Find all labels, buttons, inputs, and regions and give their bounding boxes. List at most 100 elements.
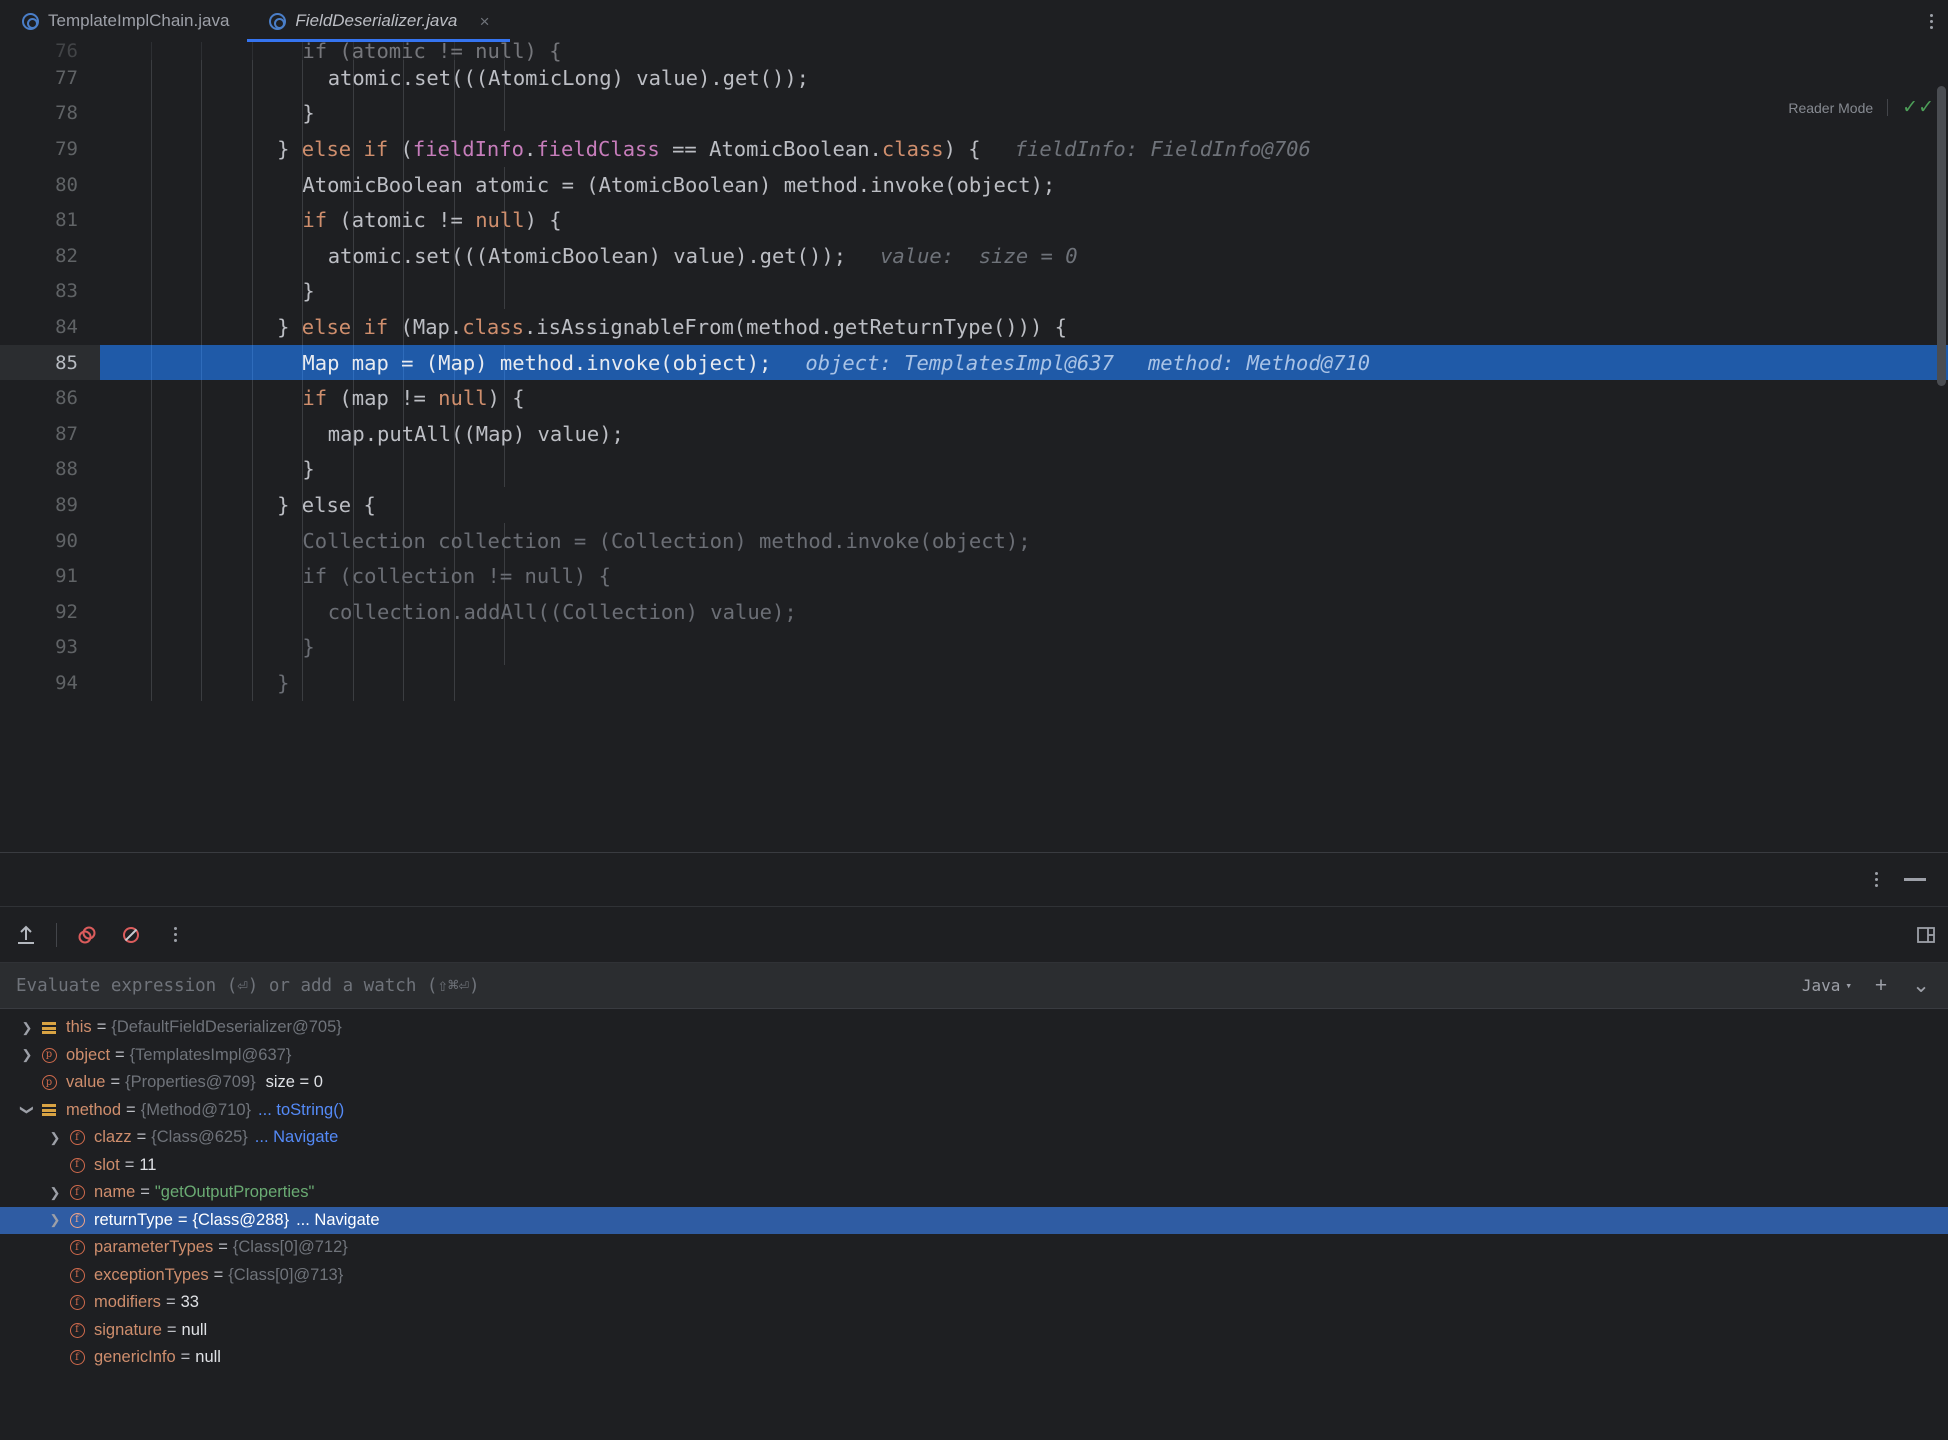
code-line-content[interactable]: AtomicBoolean atomic = (AtomicBoolean) m… [100,166,1948,203]
variable-action-link[interactable]: ... Navigate [255,1128,338,1147]
code-line-content[interactable]: Map map = (Map) method.invoke(object); ob… [100,344,1948,381]
code-lines[interactable]: 76 if (atomic != null) {77 atomic.set(((At… [0,42,1948,852]
tab-templateimplchain[interactable]: TemplateImplChain.java [0,0,247,42]
code-line[interactable]: 88} [0,451,1948,488]
code-line[interactable]: 79} else if (fieldInfo.fieldClass == Ato… [0,131,1948,167]
variable-row-selected[interactable]: ❯ f returnType = {Class@288} ... Navigate [0,1206,1948,1234]
chevron-right-icon[interactable]: ❯ [16,1020,38,1036]
variable-row[interactable]: f signature = null [0,1317,1948,1345]
expand-watches-icon[interactable]: ⌄ [1910,973,1932,998]
variable-value: "getOutputProperties" [154,1183,315,1202]
variable-row[interactable]: ❯ f clazz = {Class@625} ... Navigate [0,1124,1948,1152]
chevron-right-icon[interactable]: ❯ [16,1047,38,1063]
frame-icon-icon [38,1021,60,1035]
chevron-right-icon[interactable]: ❯ [44,1130,66,1146]
code-line[interactable]: 89} else { [0,487,1948,523]
code-line-content[interactable]: map.putAll((Map) value); [100,415,1948,452]
evaluate-expression-bar[interactable]: Evaluate expression (⏎) or add a watch (… [0,963,1948,1009]
mute-breakpoints-icon[interactable] [109,913,153,957]
inline-debug-hint[interactable]: value: size = 0 [880,244,1077,268]
code-line[interactable]: 83} [0,273,1948,310]
variables-tree[interactable]: ❯ this = {DefaultFieldDeserializer@705} ❯ p ob… [0,1009,1948,1440]
variable-row[interactable]: f genericInfo = null [0,1344,1948,1372]
code-line[interactable]: 76 if (atomic != null) { [0,42,1948,63]
reader-mode-indicator[interactable]: Reader Mode ✓✓ [1788,98,1934,117]
code-editor[interactable]: Reader Mode ✓✓ 76 if (atomic != null) {77… [0,42,1948,852]
code-line[interactable]: 87 map.putAll((Map) value); [0,415,1948,452]
variable-row[interactable]: f slot = 11 [0,1152,1948,1180]
step-out-icon[interactable] [4,913,48,957]
variable-row[interactable]: f parameterTypes = {Class[0]@712} [0,1234,1948,1262]
chevron-right-icon[interactable]: ❯ [44,1212,66,1228]
code-line-content[interactable]: if (atomic != null) { [100,42,1948,63]
variable-row[interactable]: ❯ f name = "getOutputProperties" [0,1179,1948,1207]
line-number: 84 [0,309,100,345]
code-line[interactable]: 85 Map map = (Map) method.invoke(object);… [0,344,1948,381]
code-line[interactable]: 77 atomic.set(((AtomicLong) value).get())… [0,60,1948,96]
variable-row[interactable]: ❯ p object = {TemplatesImpl@637} [0,1042,1948,1070]
java-class-icon [22,12,39,30]
code-line-content[interactable]: } [100,273,1948,310]
code-line-content[interactable]: } [100,629,1948,666]
code-text: } [302,635,315,660]
tab-fielddeserializer[interactable]: FieldDeserializer.java × [247,0,511,42]
variable-row[interactable]: ❯ method = {Method@710} ... toString() [0,1097,1948,1125]
code-line-content[interactable]: } [100,451,1948,488]
line-number: 91 [0,558,100,594]
code-line-content[interactable]: atomic.set(((AtomicLong) value).get()); [100,60,1948,96]
code-line[interactable]: 86 if (map != null) { [0,380,1948,416]
chevron-down-icon: ▾ [1845,979,1852,992]
add-watch-button[interactable]: + [1870,974,1892,998]
variable-action-link[interactable]: ... Navigate [296,1211,379,1230]
inline-debug-hint[interactable]: method: Method@710 [1148,351,1370,375]
code-line-content[interactable]: } [100,95,1948,132]
tab-overflow-menu-button[interactable] [1914,0,1948,42]
code-line-content[interactable]: } else { [100,487,1948,523]
variable-row[interactable]: ❯ this = {DefaultFieldDeserializer@705} [0,1014,1948,1042]
code-text: } else if (Map.class.isAssignableFrom(me… [277,314,1068,339]
code-line[interactable]: 93} [0,629,1948,666]
code-line-content[interactable]: } else if (Map.class.isAssignableFrom(me… [100,309,1948,345]
code-line-content[interactable]: collection.addAll((Collection) value); [100,593,1948,630]
code-line-content[interactable]: Collection collection = (Collection) met… [100,522,1948,559]
language-selector[interactable]: Java ▾ [1802,976,1852,995]
variable-value: {Class[0]@712} [232,1238,348,1257]
chevron-down-icon[interactable]: ❯ [19,1099,35,1121]
evaluate-expression-input[interactable]: Evaluate expression (⏎) or add a watch (… [16,976,1802,996]
panel-options-icon[interactable] [1875,872,1878,887]
variable-name: signature [94,1320,162,1339]
code-line-content[interactable]: if (collection != null) { [100,558,1948,594]
inline-debug-hint[interactable]: fieldInfo: FieldInfo@706 [1015,137,1311,161]
code-line[interactable]: 78} [0,95,1948,132]
field-icon-icon: f [66,1322,88,1338]
minimize-icon[interactable] [1904,878,1926,881]
code-line-content[interactable]: } [100,665,1948,701]
line-number: 77 [0,60,100,96]
code-line[interactable]: 92 collection.addAll((Collection) value); [0,593,1948,630]
variable-row[interactable]: f exceptionTypes = {Class[0]@713} [0,1262,1948,1290]
editor-scrollbar[interactable] [1935,86,1948,726]
variable-row[interactable]: f modifiers = 33 [0,1289,1948,1317]
code-line[interactable]: 82 atomic.set(((AtomicBoolean) value).get… [0,237,1948,274]
layout-settings-icon[interactable] [1904,913,1948,957]
variable-row[interactable]: p value = {Properties@709} size = 0 [0,1069,1948,1097]
code-line[interactable]: 91 if (collection != null) { [0,558,1948,594]
chevron-right-icon[interactable]: ❯ [44,1185,66,1201]
code-line[interactable]: 80 AtomicBoolean atomic = (AtomicBoolean)… [0,166,1948,203]
code-line[interactable]: 94} [0,665,1948,701]
code-line-content[interactable]: if (atomic != null) { [100,202,1948,238]
more-options-icon[interactable] [153,913,197,957]
view-breakpoints-icon[interactable] [65,913,109,957]
code-line-content[interactable]: atomic.set(((AtomicBoolean) value).get()… [100,237,1948,274]
code-line-content[interactable]: if (map != null) { [100,380,1948,416]
code-line[interactable]: 84 } else if (Map.class.isAssignableFrom(… [0,309,1948,345]
inline-debug-hint[interactable]: object: TemplatesImpl@637 [805,351,1114,375]
code-line-content[interactable]: } else if (fieldInfo.fieldClass == Atomi… [100,131,1948,167]
variable-action-link[interactable]: ... toString() [258,1101,344,1120]
code-text: } [302,279,315,304]
equals-sign: = [126,1100,136,1119]
code-line[interactable]: 90 Collection collection = (Collection) m… [0,522,1948,559]
code-line[interactable]: 81 if (atomic != null) { [0,202,1948,238]
close-icon[interactable]: × [476,13,492,30]
field-icon-icon: f [66,1212,88,1228]
